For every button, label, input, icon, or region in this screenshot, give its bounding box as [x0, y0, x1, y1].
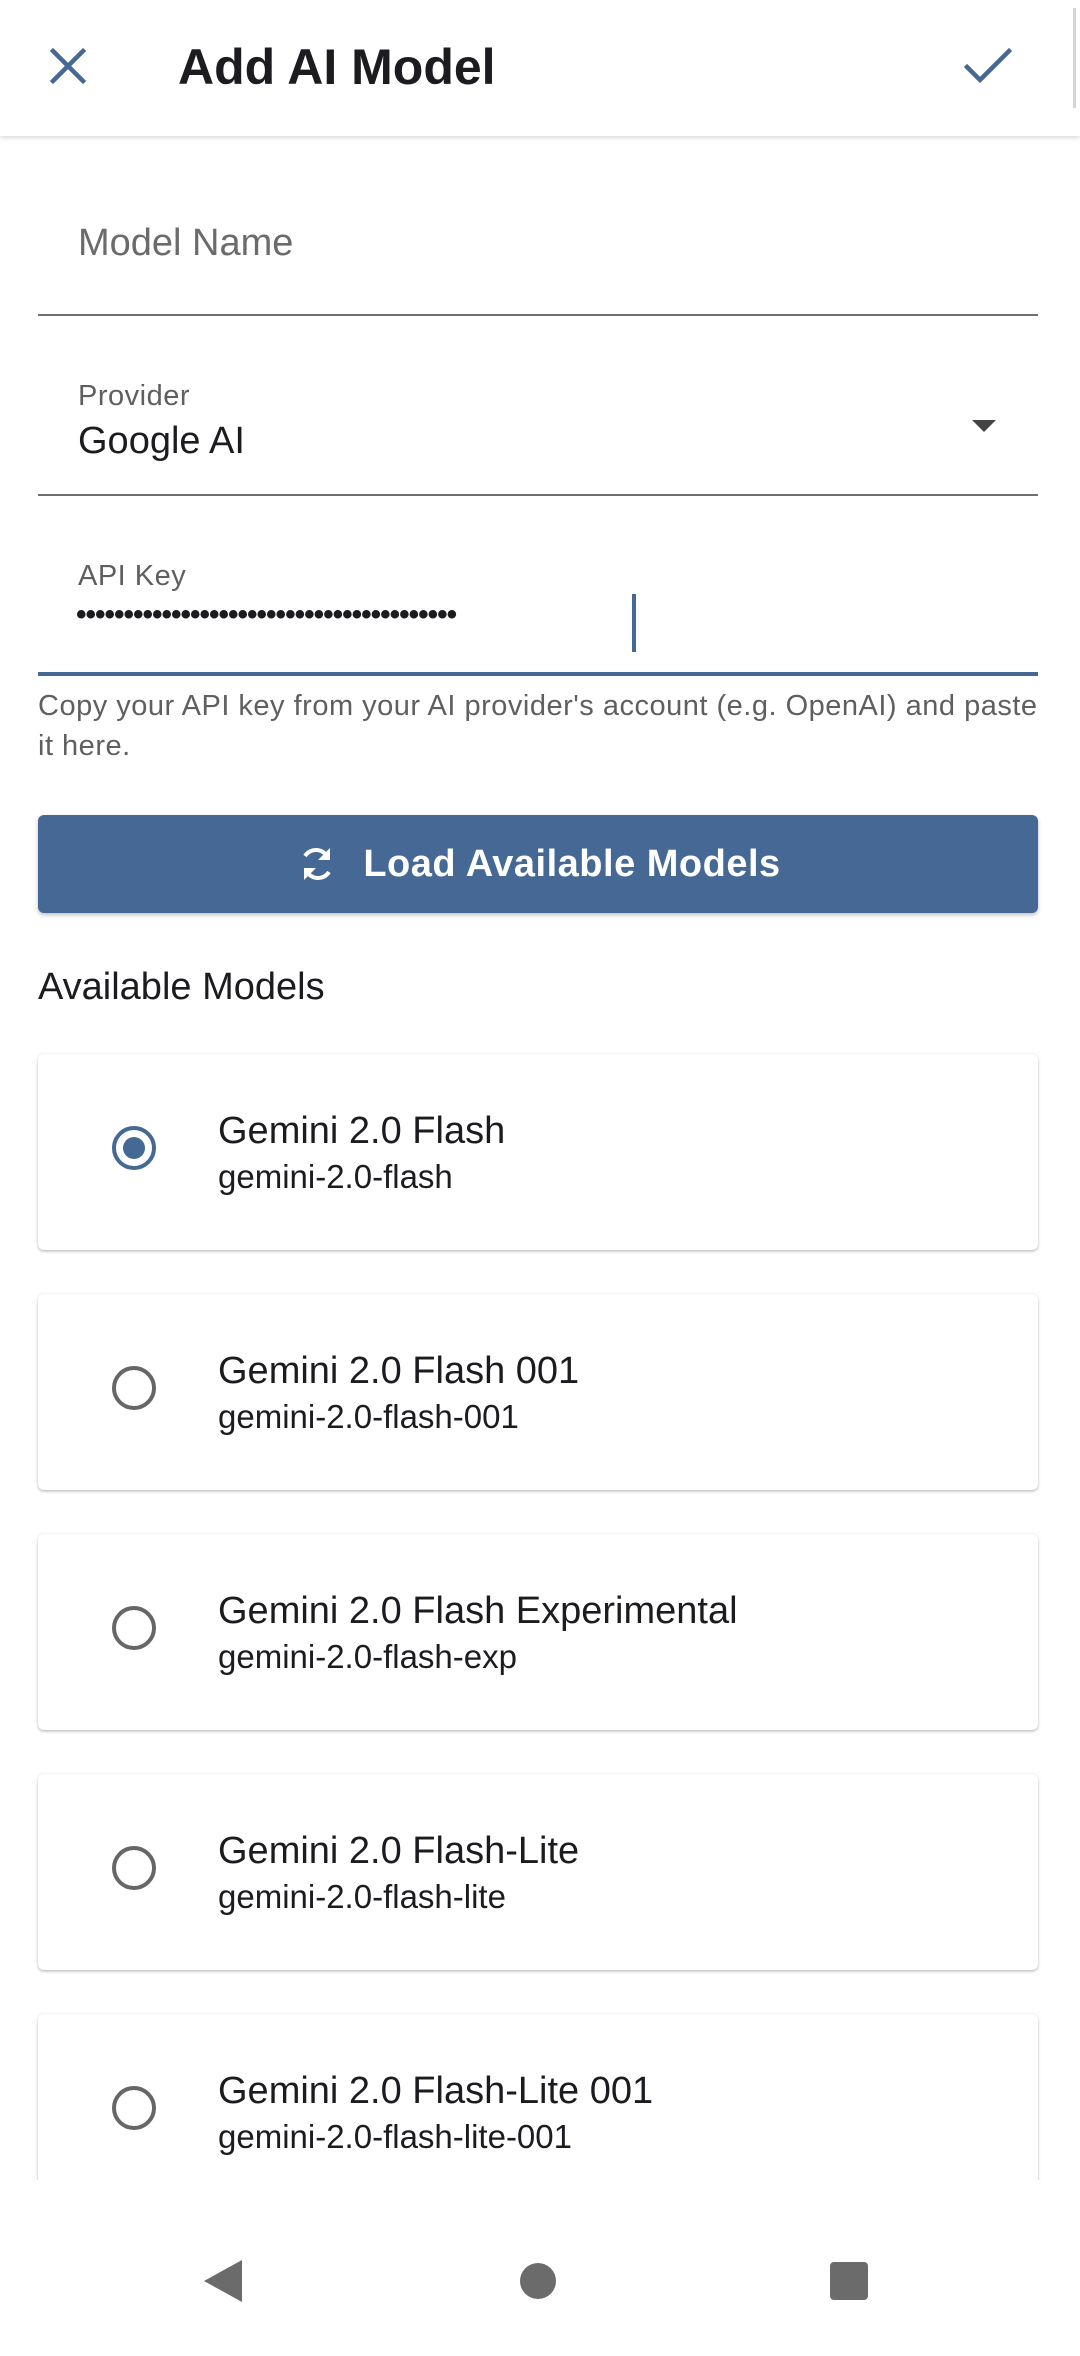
model-card[interactable]: Gemini 2.0 Flash-Lite gemini-2.0-flash-l… [38, 1774, 1038, 1970]
provider-dropdown[interactable]: Provider Google AI [38, 356, 1038, 496]
model-id: gemini-2.0-flash-exp [218, 1638, 517, 1675]
api-key-helper-text: Copy your API key from your AI provider'… [38, 690, 1038, 762]
page-title: Add AI Model [178, 39, 496, 95]
scroll-edge-indicator [1073, 8, 1076, 108]
system-nav-bar [0, 2180, 1080, 2356]
model-card[interactable]: Gemini 2.0 Flash 001 gemini-2.0-flash-00… [38, 1294, 1038, 1490]
radio-button[interactable] [112, 2086, 156, 2130]
model-id: gemini-2.0-flash-lite [218, 1878, 506, 1915]
model-name: Gemini 2.0 Flash [218, 1110, 506, 1152]
radio-button-selected[interactable] [112, 1126, 156, 1170]
close-icon [49, 47, 87, 85]
provider-label: Provider [78, 380, 190, 412]
model-id: gemini-2.0-flash-lite-001 [218, 2118, 572, 2155]
model-id: gemini-2.0-flash [218, 1158, 453, 1195]
load-button-label: Load Available Models [363, 842, 781, 885]
home-circle-icon[interactable] [520, 2263, 556, 2299]
model-id: gemini-2.0-flash-001 [218, 1398, 519, 1435]
model-name-placeholder: Model Name [78, 222, 294, 264]
dropdown-arrow-icon [972, 420, 996, 432]
model-name: Gemini 2.0 Flash Experimental [218, 1590, 738, 1632]
text-cursor [632, 594, 636, 652]
model-card[interactable]: Gemini 2.0 Flash-Lite 001 gemini-2.0-fla… [38, 2014, 1038, 2180]
save-button[interactable] [950, 28, 1026, 104]
model-name: Gemini 2.0 Flash-Lite 001 [218, 2070, 654, 2112]
load-available-models-button[interactable]: Load Available Models [38, 815, 1038, 913]
available-models-heading: Available Models [38, 966, 325, 1008]
radio-button[interactable] [112, 1366, 156, 1410]
refresh-icon [295, 842, 339, 886]
back-triangle-icon[interactable] [204, 2260, 242, 2302]
model-name: Gemini 2.0 Flash-Lite [218, 1830, 580, 1872]
close-button[interactable] [30, 28, 106, 104]
model-card[interactable]: Gemini 2.0 Flash Experimental gemini-2.0… [38, 1534, 1038, 1730]
model-list[interactable]: Gemini 2.0 Flash gemini-2.0-flash Gemini… [0, 1050, 1080, 2180]
radio-button[interactable] [112, 1606, 156, 1650]
app-bar: Add AI Model [0, 0, 1080, 136]
api-key-label: API Key [78, 560, 187, 592]
radio-button[interactable] [112, 1846, 156, 1890]
api-key-value: •••••••••••••••••••••••••••••••••••••••• [76, 598, 457, 631]
api-key-field[interactable]: API Key ••••••••••••••••••••••••••••••••… [38, 536, 1038, 676]
recents-square-icon[interactable] [830, 2262, 868, 2300]
model-name-field[interactable]: Model Name [38, 176, 1038, 316]
model-name: Gemini 2.0 Flash 001 [218, 1350, 580, 1392]
model-card[interactable]: Gemini 2.0 Flash gemini-2.0-flash [38, 1054, 1038, 1250]
check-icon [963, 47, 1013, 84]
provider-value: Google AI [78, 420, 245, 462]
